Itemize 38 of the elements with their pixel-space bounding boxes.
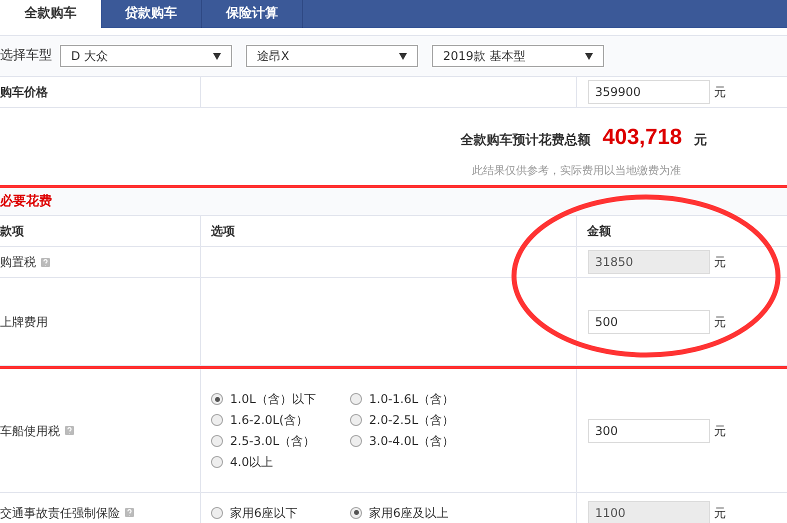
radio-option[interactable]: 3.0-4.0L（含） bbox=[350, 431, 489, 451]
input-field[interactable]: 500 bbox=[588, 310, 710, 334]
dropdown[interactable]: 2019款 基本型 bbox=[432, 45, 604, 67]
row-label: 上牌费用 bbox=[0, 314, 48, 330]
column-header: 金额 bbox=[586, 223, 612, 240]
input-field[interactable]: 359900 bbox=[588, 80, 710, 104]
radio-option[interactable]: 2.0-2.5L（含） bbox=[350, 410, 489, 430]
unit-label: 元 bbox=[714, 504, 726, 522]
section-title: 必要花费 bbox=[0, 188, 787, 216]
radio-option[interactable]: 4.0以上 bbox=[211, 452, 350, 472]
total-amount: 403,718 bbox=[602, 123, 682, 151]
dropdown[interactable]: 途昂X bbox=[246, 45, 418, 67]
unit-label: 元 bbox=[714, 84, 726, 101]
row-label: 车船使用税 bbox=[0, 422, 60, 440]
unit-label: 元 bbox=[714, 254, 726, 271]
unit-label: 元 bbox=[694, 132, 707, 150]
radio-option[interactable]: 2.5-3.0L（含） bbox=[211, 431, 350, 451]
radio-option[interactable]: 1.0L（含）以下 bbox=[211, 389, 350, 409]
caret-icon bbox=[399, 52, 407, 60]
input-field[interactable]: 300 bbox=[588, 418, 710, 442]
row-label: 购置税 bbox=[0, 254, 36, 271]
tab[interactable]: 保险计算 bbox=[202, 0, 303, 28]
tab[interactable]: 全款购车 bbox=[0, 0, 101, 28]
unit-label: 元 bbox=[714, 314, 726, 330]
note-text: 此结果仅供参考，实际费用以当地缴费为准 bbox=[472, 163, 681, 179]
caret-icon bbox=[213, 52, 221, 60]
tab[interactable]: 贷款购车 bbox=[101, 0, 202, 28]
unit-label: 元 bbox=[714, 422, 726, 440]
row-label: 购车价格 bbox=[0, 84, 49, 101]
total-label: 全款购车预计花费总额 bbox=[460, 132, 590, 150]
field-label: 选择车型 bbox=[0, 47, 53, 66]
column-header: 款项 bbox=[0, 223, 25, 240]
column-header: 选项 bbox=[200, 216, 577, 246]
caret-icon bbox=[585, 52, 593, 60]
row-label: 交通事故责任强制保险 bbox=[0, 504, 120, 522]
dropdown[interactable]: D 大众 bbox=[60, 45, 232, 67]
radio-option[interactable]: 1.0-1.6L（含） bbox=[350, 389, 489, 409]
radio-option[interactable]: 1.6-2.0L(含） bbox=[211, 410, 350, 430]
